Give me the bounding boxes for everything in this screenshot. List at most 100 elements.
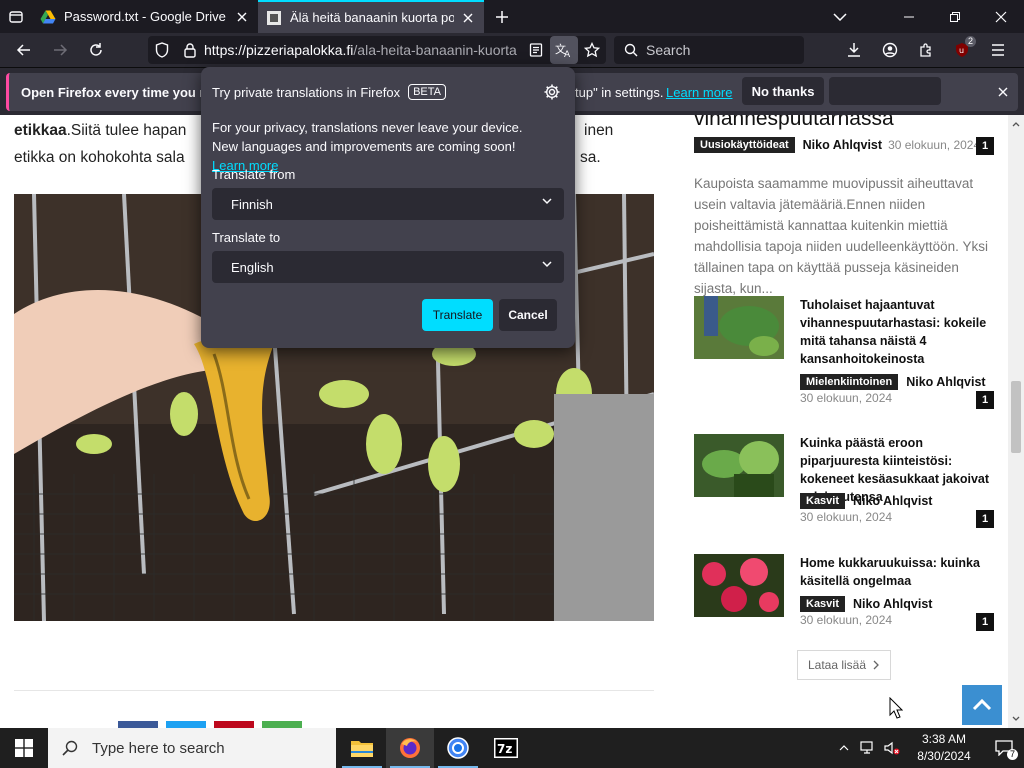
bookmark-star-icon[interactable] xyxy=(578,36,606,64)
restore-button[interactable] xyxy=(932,0,978,33)
clock-date: 8/30/2024 xyxy=(917,749,971,763)
windows-taskbar: Type here to search 7z 3:38 AM 8/30/2024… xyxy=(0,728,1024,768)
tab-google-drive[interactable]: Password.txt - Google Drive xyxy=(32,0,258,33)
thumbnail-horseradish[interactable] xyxy=(694,434,784,497)
page-scrollbar[interactable] xyxy=(1008,115,1024,728)
chevron-down-icon xyxy=(833,12,847,21)
close-window-button[interactable] xyxy=(978,0,1024,33)
search-icon xyxy=(62,740,78,756)
article-line-1-text: .Siitä tulee hapan xyxy=(66,122,187,139)
show-hidden-icons-button[interactable] xyxy=(832,728,856,768)
load-more-button[interactable]: Lataa lisää xyxy=(797,650,891,680)
comment-count[interactable]: 1 xyxy=(976,613,994,631)
thumbnail-pests-garden[interactable] xyxy=(694,296,784,359)
ublock-extension-button[interactable]: u 2 xyxy=(944,34,980,66)
author-name[interactable]: Niko Ahlqvist xyxy=(853,494,932,508)
minimize-button[interactable] xyxy=(886,0,932,33)
no-thanks-button[interactable]: No thanks xyxy=(742,77,824,105)
tab-overflow-button[interactable] xyxy=(824,0,856,33)
chrome-taskbar-button[interactable] xyxy=(434,728,482,768)
pinterest-share-button[interactable] xyxy=(214,721,254,728)
author-name[interactable]: Niko Ahlqvist xyxy=(803,138,882,152)
url-bar[interactable]: https://pizzeriapalokka.fi/ala-heita-ban… xyxy=(148,36,606,64)
translate-from-select[interactable]: Finnish xyxy=(212,188,564,220)
mouse-cursor-icon xyxy=(889,697,903,719)
firefox-icon xyxy=(400,738,420,758)
twitter-share-button[interactable] xyxy=(166,721,206,728)
taskbar-clock[interactable]: 3:38 AM 8/30/2024 xyxy=(904,731,984,765)
category-badge[interactable]: Kasvit xyxy=(800,596,846,612)
7zip-taskbar-button[interactable]: 7z xyxy=(482,728,530,768)
facebook-share-button[interactable] xyxy=(118,721,158,728)
forward-button[interactable] xyxy=(42,34,78,66)
file-explorer-taskbar-button[interactable] xyxy=(338,728,386,768)
notification-count-badge: 7 xyxy=(1006,749,1018,760)
start-button[interactable] xyxy=(0,728,48,768)
translate-page-icon[interactable]: 文A xyxy=(550,36,578,64)
post-date: 30 elokuun, 2024 xyxy=(800,391,893,405)
post-date: 30 elokuun, 2024 xyxy=(888,138,981,152)
firefox-taskbar-button[interactable] xyxy=(386,728,434,768)
notification-learn-more-link[interactable]: Learn more xyxy=(666,85,732,100)
whatsapp-share-button[interactable] xyxy=(262,721,302,728)
scrollbar-thumb[interactable] xyxy=(1011,381,1021,453)
sidebar-item-title[interactable]: Tuholaiset hajaantuvat vihannespuutarhas… xyxy=(800,296,998,368)
scroll-to-top-button[interactable] xyxy=(962,685,1002,725)
downloads-button[interactable] xyxy=(836,34,872,66)
taskbar-search-input[interactable]: Type here to search xyxy=(48,728,336,768)
author-name[interactable]: Niko Ahlqvist xyxy=(906,375,985,389)
tab-title: Älä heitä banaanin kuorta pois xyxy=(290,10,454,25)
volume-muted-icon[interactable] xyxy=(880,728,904,768)
chevron-up-icon xyxy=(972,699,992,711)
category-badge[interactable]: Uusiokäyttöideat xyxy=(694,137,795,153)
close-tab-icon[interactable] xyxy=(234,9,250,25)
thumbnail-flower-pot-mold[interactable] xyxy=(694,554,784,617)
post-meta: Kasvit Niko Ahlqvist xyxy=(800,493,932,509)
post-meta: Uusiokäyttöideat Niko Ahlqvist 30 elokuu… xyxy=(694,137,980,153)
back-button[interactable] xyxy=(6,34,42,66)
lock-icon[interactable] xyxy=(176,36,204,64)
close-notification-icon[interactable] xyxy=(991,80,1015,104)
action-center-button[interactable]: 7 xyxy=(984,728,1024,768)
reload-icon xyxy=(90,43,102,56)
comment-count[interactable]: 1 xyxy=(976,391,994,409)
notification-primary-button[interactable] xyxy=(829,77,941,105)
download-icon xyxy=(848,43,860,57)
extensions-button[interactable] xyxy=(908,34,944,66)
scroll-up-arrow-icon[interactable] xyxy=(1008,117,1024,131)
cancel-button[interactable]: Cancel xyxy=(499,299,557,331)
reload-button[interactable] xyxy=(78,34,114,66)
post-date-row: 30 elokuun, 2024 xyxy=(800,613,892,627)
tab-article[interactable]: Älä heitä banaanin kuorta pois xyxy=(258,0,484,33)
privacy-text-body: For your privacy, translations never lea… xyxy=(212,120,523,154)
search-input[interactable]: Search xyxy=(614,36,804,64)
settings-gear-icon[interactable] xyxy=(542,82,562,102)
site-favicon-icon xyxy=(267,10,281,25)
reader-view-icon[interactable] xyxy=(522,36,550,64)
scroll-down-arrow-icon[interactable] xyxy=(1008,712,1024,726)
author-name[interactable]: Niko Ahlqvist xyxy=(853,597,932,611)
sidebar-post-title[interactable]: vihannespuutarhassa xyxy=(694,115,894,131)
post-date: 30 elokuun, 2024 xyxy=(800,613,893,627)
tracking-protection-shield-icon[interactable] xyxy=(148,36,176,64)
network-icon[interactable] xyxy=(856,728,880,768)
puzzle-icon xyxy=(920,43,931,57)
account-button[interactable] xyxy=(872,34,908,66)
restore-icon xyxy=(950,11,960,22)
category-badge[interactable]: Kasvit xyxy=(800,493,846,509)
beta-badge: BETA xyxy=(408,84,447,100)
app-menu-button[interactable] xyxy=(980,34,1016,66)
sidebar-item-title[interactable]: Home kukkaruukuissa: kuinka käsitellä on… xyxy=(800,554,998,590)
category-badge[interactable]: Mielenkiintoinen xyxy=(800,374,899,390)
close-tab-icon[interactable] xyxy=(460,10,476,26)
close-icon xyxy=(995,11,1007,22)
comment-count[interactable]: 1 xyxy=(976,510,994,528)
list-all-tabs-button[interactable] xyxy=(0,0,32,33)
comment-count[interactable]: 1 xyxy=(976,137,994,155)
article-line-1-tail: inen xyxy=(584,122,614,139)
translate-to-select[interactable]: English xyxy=(212,251,564,283)
windows-logo-icon xyxy=(15,739,33,757)
new-tab-button[interactable] xyxy=(486,0,518,33)
translate-button[interactable]: Translate xyxy=(422,299,493,331)
clock-time: 3:38 AM xyxy=(921,732,967,746)
